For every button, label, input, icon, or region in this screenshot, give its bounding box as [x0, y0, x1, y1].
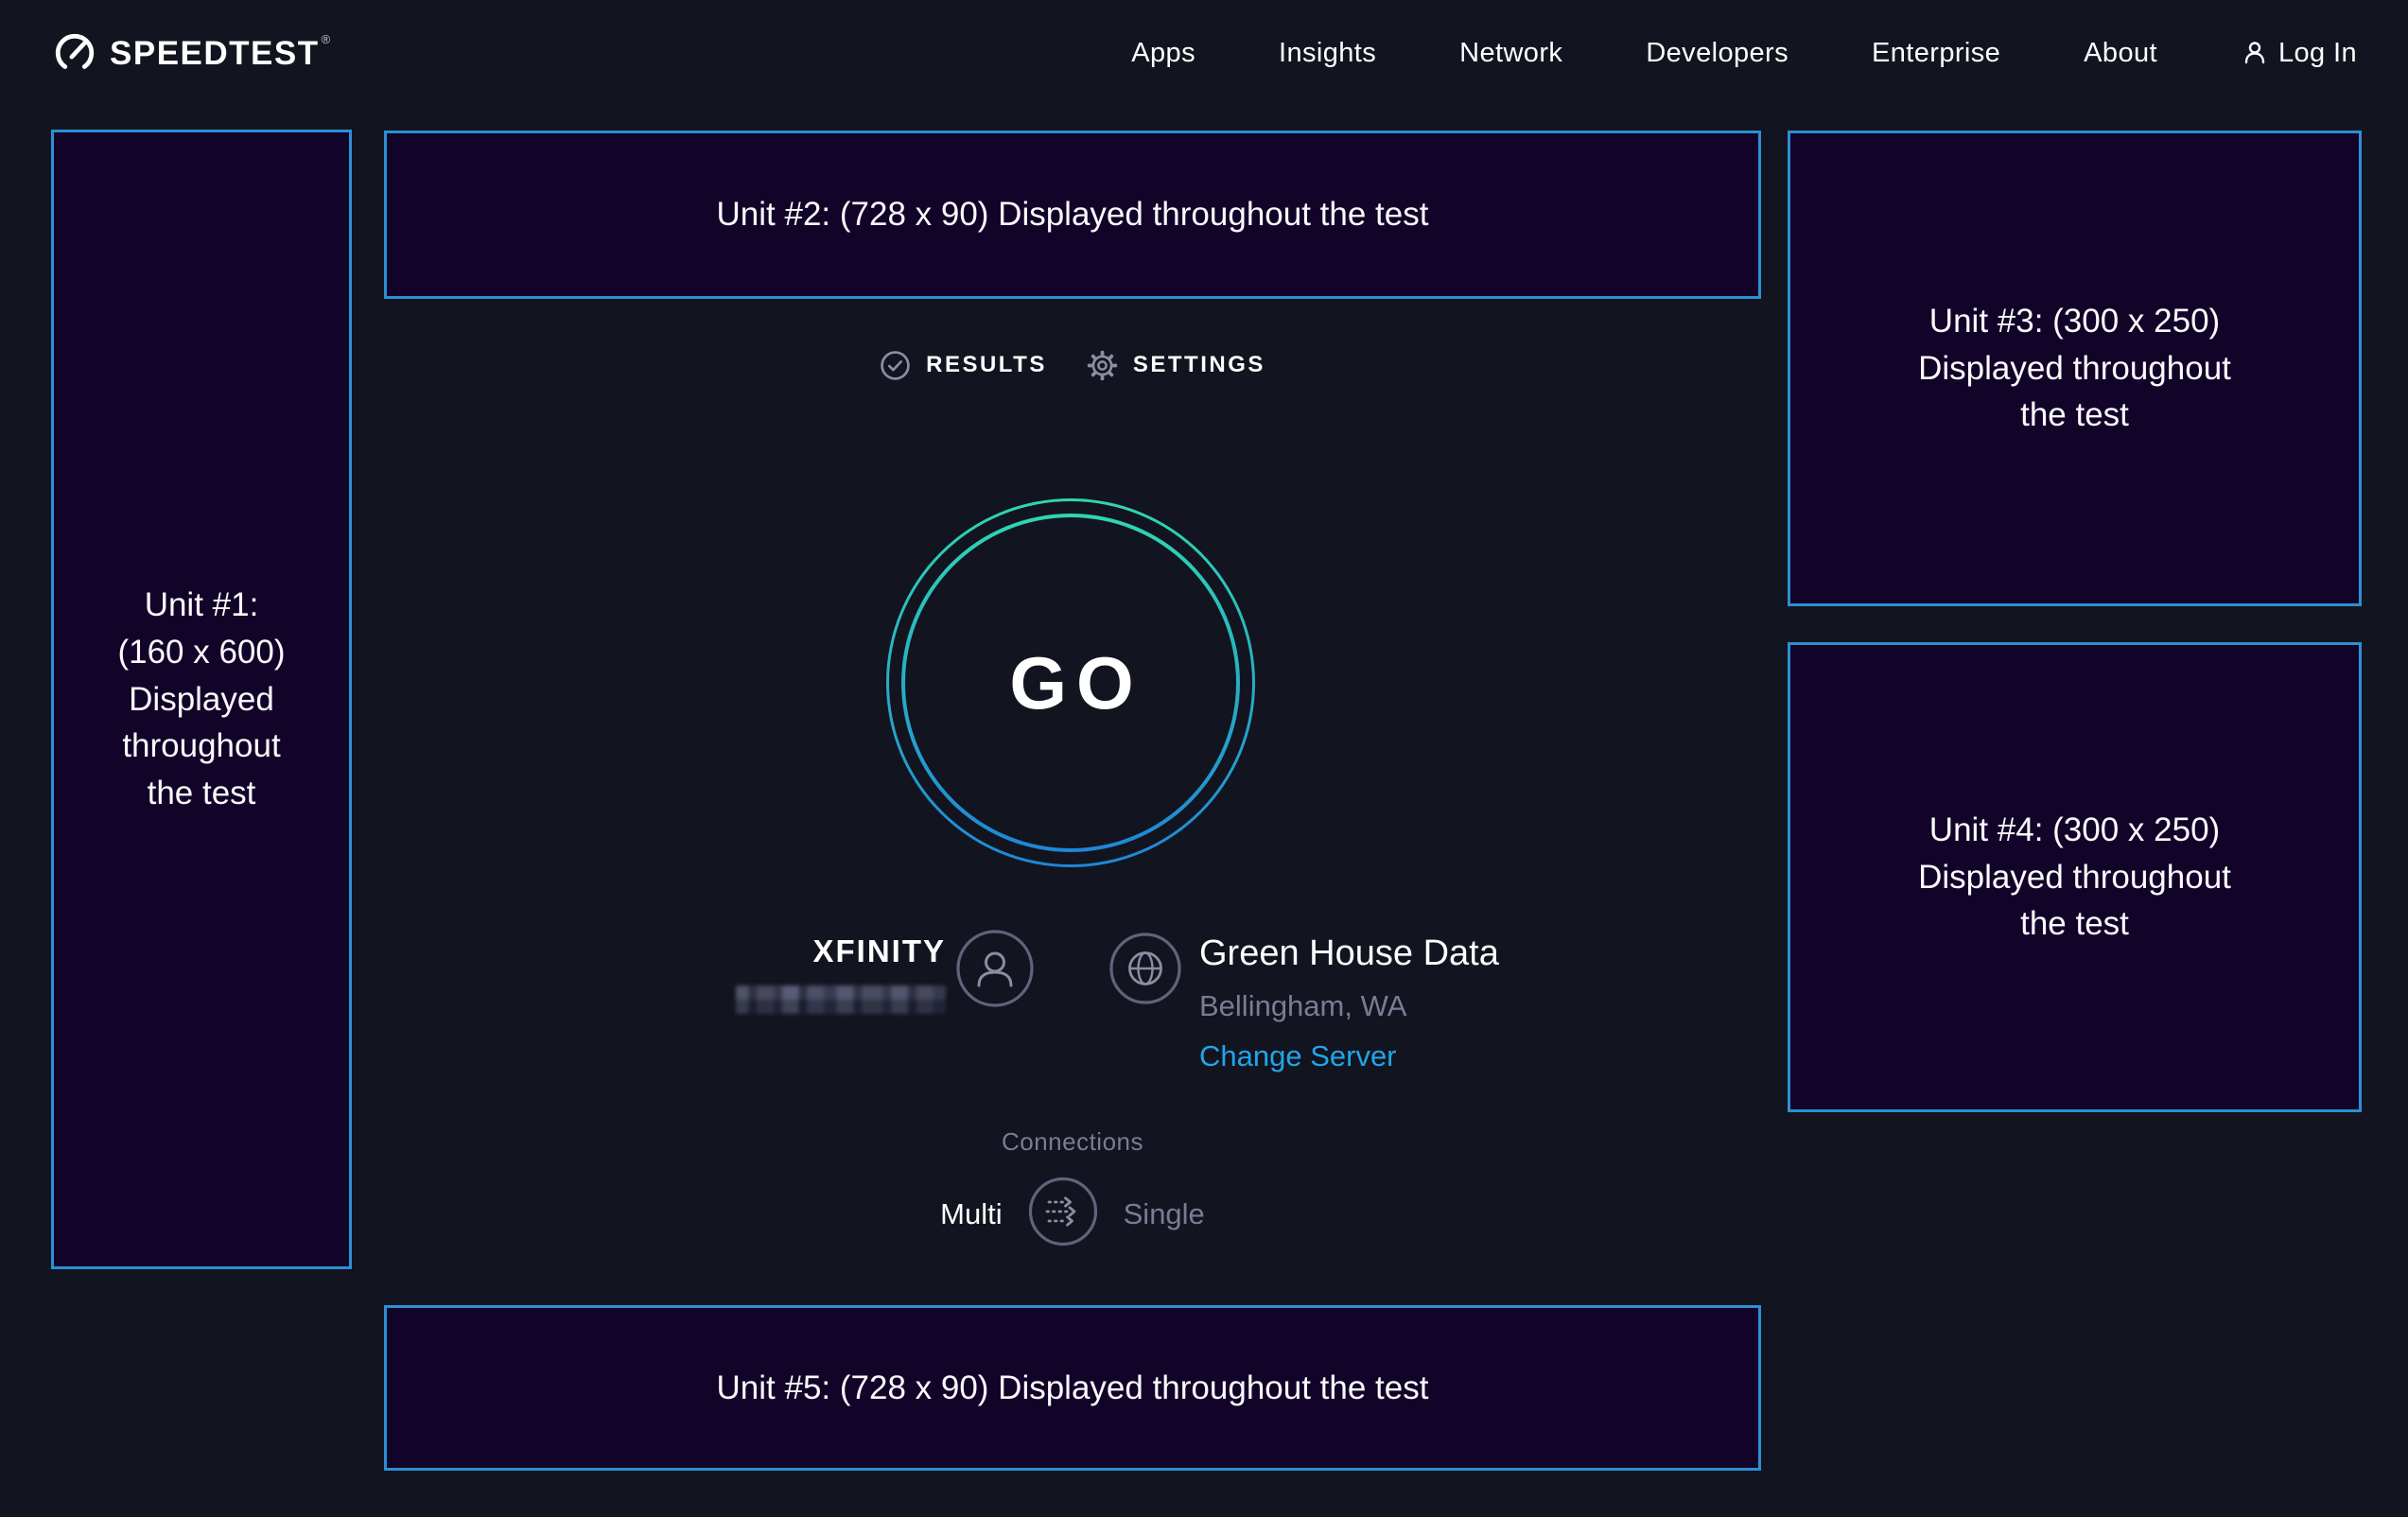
- isp-user-circle-icon[interactable]: [955, 929, 1035, 1013]
- tab-results-label: RESULTS: [926, 352, 1047, 378]
- nav-item-about[interactable]: About: [2084, 38, 2157, 69]
- ad-unit-5-banner-bottom: Unit #5: (728 x 90) Displayed throughout…: [384, 1305, 1761, 1471]
- top-nav-bar: SPEEDTEST® Apps Insights Network Develop…: [0, 0, 2408, 106]
- nav-item-developers[interactable]: Developers: [1646, 38, 1789, 69]
- ad-unit-5-text: Unit #5: (728 x 90) Displayed throughout…: [717, 1365, 1429, 1412]
- tab-settings[interactable]: SETTINGS: [1087, 350, 1265, 381]
- multi-connection-arrows-icon: [1027, 1176, 1099, 1247]
- ad-unit-4-text: Unit #4: (300 x 250) Displayed throughou…: [1918, 807, 2231, 948]
- go-button-label: GO: [998, 640, 1143, 726]
- nav-item-enterprise[interactable]: Enterprise: [1872, 38, 2000, 69]
- tab-results[interactable]: RESULTS: [880, 350, 1047, 381]
- main-nav: Apps Insights Network Developers Enterpr…: [1131, 38, 2357, 69]
- ad-unit-2-text: Unit #2: (728 x 90) Displayed throughout…: [717, 191, 1429, 238]
- tab-settings-label: SETTINGS: [1133, 352, 1265, 378]
- server-info: Green House Data Bellingham, WA Change S…: [1199, 931, 1499, 1079]
- nav-item-insights[interactable]: Insights: [1279, 38, 1376, 69]
- ad-unit-1-text: Unit #1: (160 x 600) Displayed throughou…: [117, 582, 285, 816]
- isp-info: XFINITY: [715, 931, 946, 1019]
- server-globe-circle-icon[interactable]: [1108, 932, 1182, 1010]
- server-name: Green House Data: [1199, 931, 1499, 976]
- go-button[interactable]: GO: [886, 498, 1255, 867]
- connection-mode-single[interactable]: Single: [1124, 1197, 1205, 1231]
- nav-item-apps[interactable]: Apps: [1131, 38, 1195, 69]
- change-server-link[interactable]: Change Server: [1199, 1034, 1397, 1079]
- connections-section: Connections Multi Single: [384, 1127, 1761, 1252]
- user-icon: [2241, 39, 2269, 67]
- tabs-bar: RESULTS SETTINGS: [384, 339, 1761, 392]
- isp-name: XFINITY: [715, 931, 946, 972]
- check-circle-icon: [880, 350, 911, 381]
- nav-item-network[interactable]: Network: [1459, 38, 1562, 69]
- speedometer-gauge-icon: [53, 31, 96, 75]
- gear-icon: [1087, 350, 1118, 381]
- server-location: Bellingham, WA: [1199, 984, 1499, 1029]
- connection-mode-toggle[interactable]: [1027, 1176, 1099, 1252]
- speedtest-page: SPEEDTEST® Apps Insights Network Develop…: [0, 0, 2408, 1517]
- connection-mode-multi[interactable]: Multi: [940, 1197, 1002, 1231]
- connections-label: Connections: [384, 1127, 1761, 1157]
- go-button-inner-ring: GO: [901, 514, 1240, 852]
- ad-unit-3-text: Unit #3: (300 x 250) Displayed throughou…: [1918, 298, 2231, 439]
- obscured-ip-address: [736, 985, 946, 1014]
- speedtest-logo[interactable]: SPEEDTEST®: [53, 31, 330, 75]
- nav-item-login[interactable]: Log In: [2241, 38, 2357, 69]
- brand-wordmark: SPEEDTEST®: [110, 37, 330, 70]
- connections-toggle-row: Multi Single: [384, 1176, 1761, 1252]
- ad-unit-1-skyscraper: Unit #1: (160 x 600) Displayed throughou…: [51, 130, 352, 1269]
- ad-unit-2-banner-top: Unit #2: (728 x 90) Displayed throughout…: [384, 131, 1761, 299]
- login-label: Log In: [2278, 38, 2357, 69]
- ad-unit-4-rectangle: Unit #4: (300 x 250) Displayed throughou…: [1788, 642, 2362, 1112]
- trademark-symbol: ®: [322, 32, 332, 46]
- ad-unit-3-rectangle: Unit #3: (300 x 250) Displayed throughou…: [1788, 131, 2362, 606]
